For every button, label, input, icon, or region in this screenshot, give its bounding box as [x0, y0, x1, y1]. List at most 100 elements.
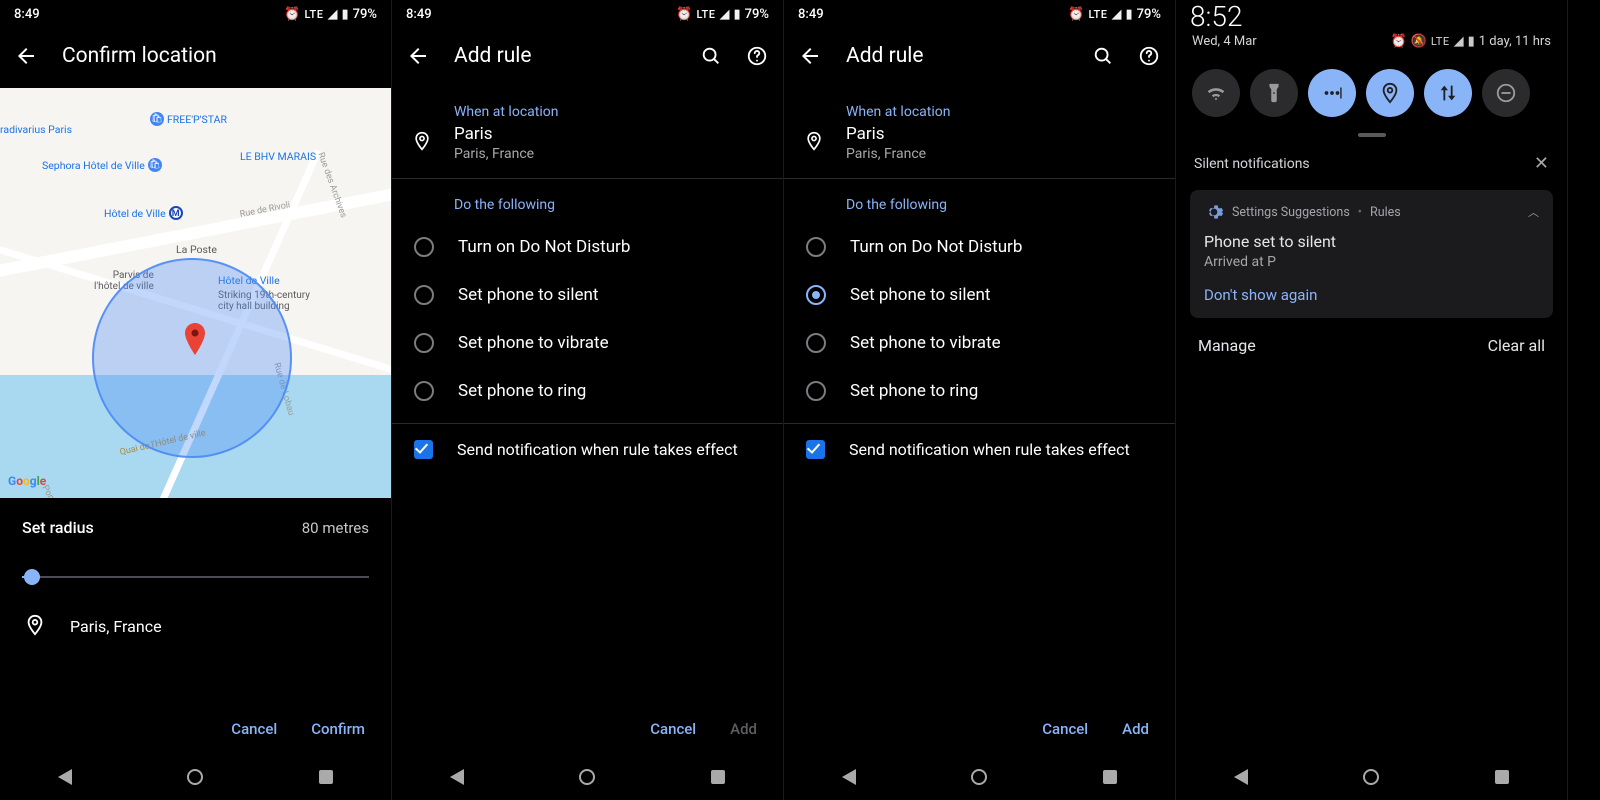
cancel-button[interactable]: Cancel: [650, 720, 696, 738]
battery-pct: 79%: [353, 7, 377, 22]
option-label: Set phone to vibrate: [458, 333, 609, 353]
notify-checkbox-row[interactable]: Send notification when rule takes effect: [392, 423, 783, 475]
signal-icon: ◢: [1111, 7, 1121, 22]
clear-all-button[interactable]: Clear all: [1488, 336, 1545, 355]
status-time: 8:49: [406, 7, 432, 22]
back-arrow-icon[interactable]: [404, 42, 432, 70]
radio-icon: [806, 381, 826, 401]
nav-recents-icon[interactable]: [319, 770, 333, 784]
qs-dnd[interactable]: [1482, 69, 1530, 117]
footer-buttons: Cancel Add: [650, 720, 757, 738]
manage-button[interactable]: Manage: [1198, 336, 1256, 355]
close-icon[interactable]: ✕: [1534, 153, 1549, 174]
option-silent[interactable]: Set phone to silent: [784, 271, 1175, 319]
option-vibrate[interactable]: Set phone to vibrate: [784, 319, 1175, 367]
shade-date: Wed, 4 Mar: [1192, 34, 1257, 49]
nav-back-icon[interactable]: [58, 769, 72, 785]
map-poi[interactable]: Hôtel de VilleM: [104, 206, 183, 220]
notify-checkbox-row[interactable]: Send notification when rule takes effect: [784, 423, 1175, 475]
nav-home-icon[interactable]: [579, 769, 595, 785]
status-bar: 8:49 ⏰ LTE ◢ ▮ 79%: [392, 0, 783, 28]
shade-drag-handle[interactable]: [1358, 133, 1386, 137]
option-ring[interactable]: Set phone to ring: [392, 367, 783, 415]
rule-location-summary[interactable]: When at location Paris Paris, France: [784, 88, 1175, 179]
cancel-button[interactable]: Cancel: [1042, 720, 1088, 738]
battery-icon: ▮: [1125, 7, 1132, 22]
radius-slider[interactable]: [22, 565, 369, 589]
battery-icon: ▮: [341, 7, 348, 22]
map-view[interactable]: Rue de Rivoli Rue des Archives Rue de Lo…: [0, 88, 391, 498]
option-dnd[interactable]: Turn on Do Not Disturb: [392, 223, 783, 271]
map-poi[interactable]: radivarius Paris: [0, 123, 72, 136]
option-dnd[interactable]: Turn on Do Not Disturb: [784, 223, 1175, 271]
android-nav-bar: [392, 754, 783, 800]
screen-notification-shade: 8:52 Wed, 4 Mar ⏰ 🔕 LTE ◢ ▮ 1 day, 11 hr…: [1176, 0, 1568, 800]
back-arrow-icon[interactable]: [12, 42, 40, 70]
nav-back-icon[interactable]: [1234, 769, 1248, 785]
status-time: 8:49: [14, 7, 40, 22]
android-nav-bar: [784, 754, 1175, 800]
settings-icon: [1204, 202, 1224, 222]
nav-home-icon[interactable]: [187, 769, 203, 785]
nav-recents-icon[interactable]: [1495, 770, 1509, 784]
notification-channel: Rules: [1370, 205, 1401, 220]
where-subtitle: Paris, France: [846, 146, 1153, 162]
add-button[interactable]: Add: [730, 720, 757, 738]
back-arrow-icon[interactable]: [796, 42, 824, 70]
confirm-button[interactable]: Confirm: [311, 720, 365, 738]
map-poi[interactable]: 🛍FREE'P'STAR: [150, 112, 227, 126]
alarm-icon: ⏰: [284, 7, 300, 22]
map-poi[interactable]: LE BHV MARAIS: [240, 150, 316, 163]
radio-icon: [414, 333, 434, 353]
add-button[interactable]: Add: [1122, 720, 1149, 738]
status-bar: 8:49 ⏰ LTE ◢ ▮ 79%: [784, 0, 1175, 28]
status-bar: 8:49 ⏰ LTE ◢ ▮ 79%: [0, 0, 391, 28]
map-pin-icon[interactable]: [183, 323, 207, 347]
network-label: LTE: [304, 8, 323, 21]
help-icon[interactable]: [743, 42, 771, 70]
qs-wifi[interactable]: [1192, 69, 1240, 117]
android-nav-bar: [1176, 754, 1567, 800]
nav-home-icon[interactable]: [1363, 769, 1379, 785]
notification-action[interactable]: Don't show again: [1204, 286, 1539, 304]
silent-notifications-header: Silent notifications ✕: [1190, 145, 1553, 182]
cancel-button[interactable]: Cancel: [231, 720, 277, 738]
map-poi[interactable]: Sephora Hôtel de Ville🛍: [42, 158, 162, 172]
do-following-label: Do the following: [392, 179, 783, 223]
search-icon[interactable]: [697, 42, 725, 70]
signal-icon: ◢: [327, 7, 337, 22]
option-label: Set phone to ring: [850, 381, 978, 401]
radius-section: Set radius 80 metres Paris, France: [0, 498, 391, 665]
nav-home-icon[interactable]: [971, 769, 987, 785]
qs-data[interactable]: [1424, 69, 1472, 117]
location-row[interactable]: Paris, France: [22, 607, 369, 645]
search-icon[interactable]: [1089, 42, 1117, 70]
qs-location[interactable]: [1366, 69, 1414, 117]
option-vibrate[interactable]: Set phone to vibrate: [392, 319, 783, 367]
mute-icon: 🔕: [1411, 34, 1427, 49]
chevron-up-icon[interactable]: ︿: [1528, 204, 1539, 220]
option-silent[interactable]: Set phone to silent: [392, 271, 783, 319]
nav-back-icon[interactable]: [450, 769, 464, 785]
battery-pct: 79%: [745, 7, 769, 22]
nav-recents-icon[interactable]: [711, 770, 725, 784]
radius-circle: [92, 258, 292, 458]
notification-card[interactable]: Settings Suggestions • Rules ︿ Phone set…: [1190, 190, 1553, 318]
rule-location-summary[interactable]: When at location Paris Paris, France: [392, 88, 783, 179]
option-label: Turn on Do Not Disturb: [458, 237, 630, 257]
do-following-label: Do the following: [784, 179, 1175, 223]
nav-back-icon[interactable]: [842, 769, 856, 785]
map-poi[interactable]: La Poste: [176, 243, 217, 256]
location-text: Paris, France: [70, 617, 162, 636]
radio-icon: [806, 285, 826, 305]
page-title: Add rule: [846, 44, 924, 68]
screen-confirm-location: 8:49 ⏰ LTE ◢ ▮ 79% Confirm location Rue …: [0, 0, 392, 800]
help-icon[interactable]: [1135, 42, 1163, 70]
option-ring[interactable]: Set phone to ring: [784, 367, 1175, 415]
qs-more[interactable]: [1308, 69, 1356, 117]
screen-add-rule-unselected: 8:49 ⏰ LTE ◢ ▮ 79% Add rule When at: [392, 0, 784, 800]
status-bar: 8:52: [1176, 0, 1567, 28]
notification-body: Arrived at P: [1204, 254, 1539, 270]
nav-recents-icon[interactable]: [1103, 770, 1117, 784]
qs-flashlight[interactable]: [1250, 69, 1298, 117]
